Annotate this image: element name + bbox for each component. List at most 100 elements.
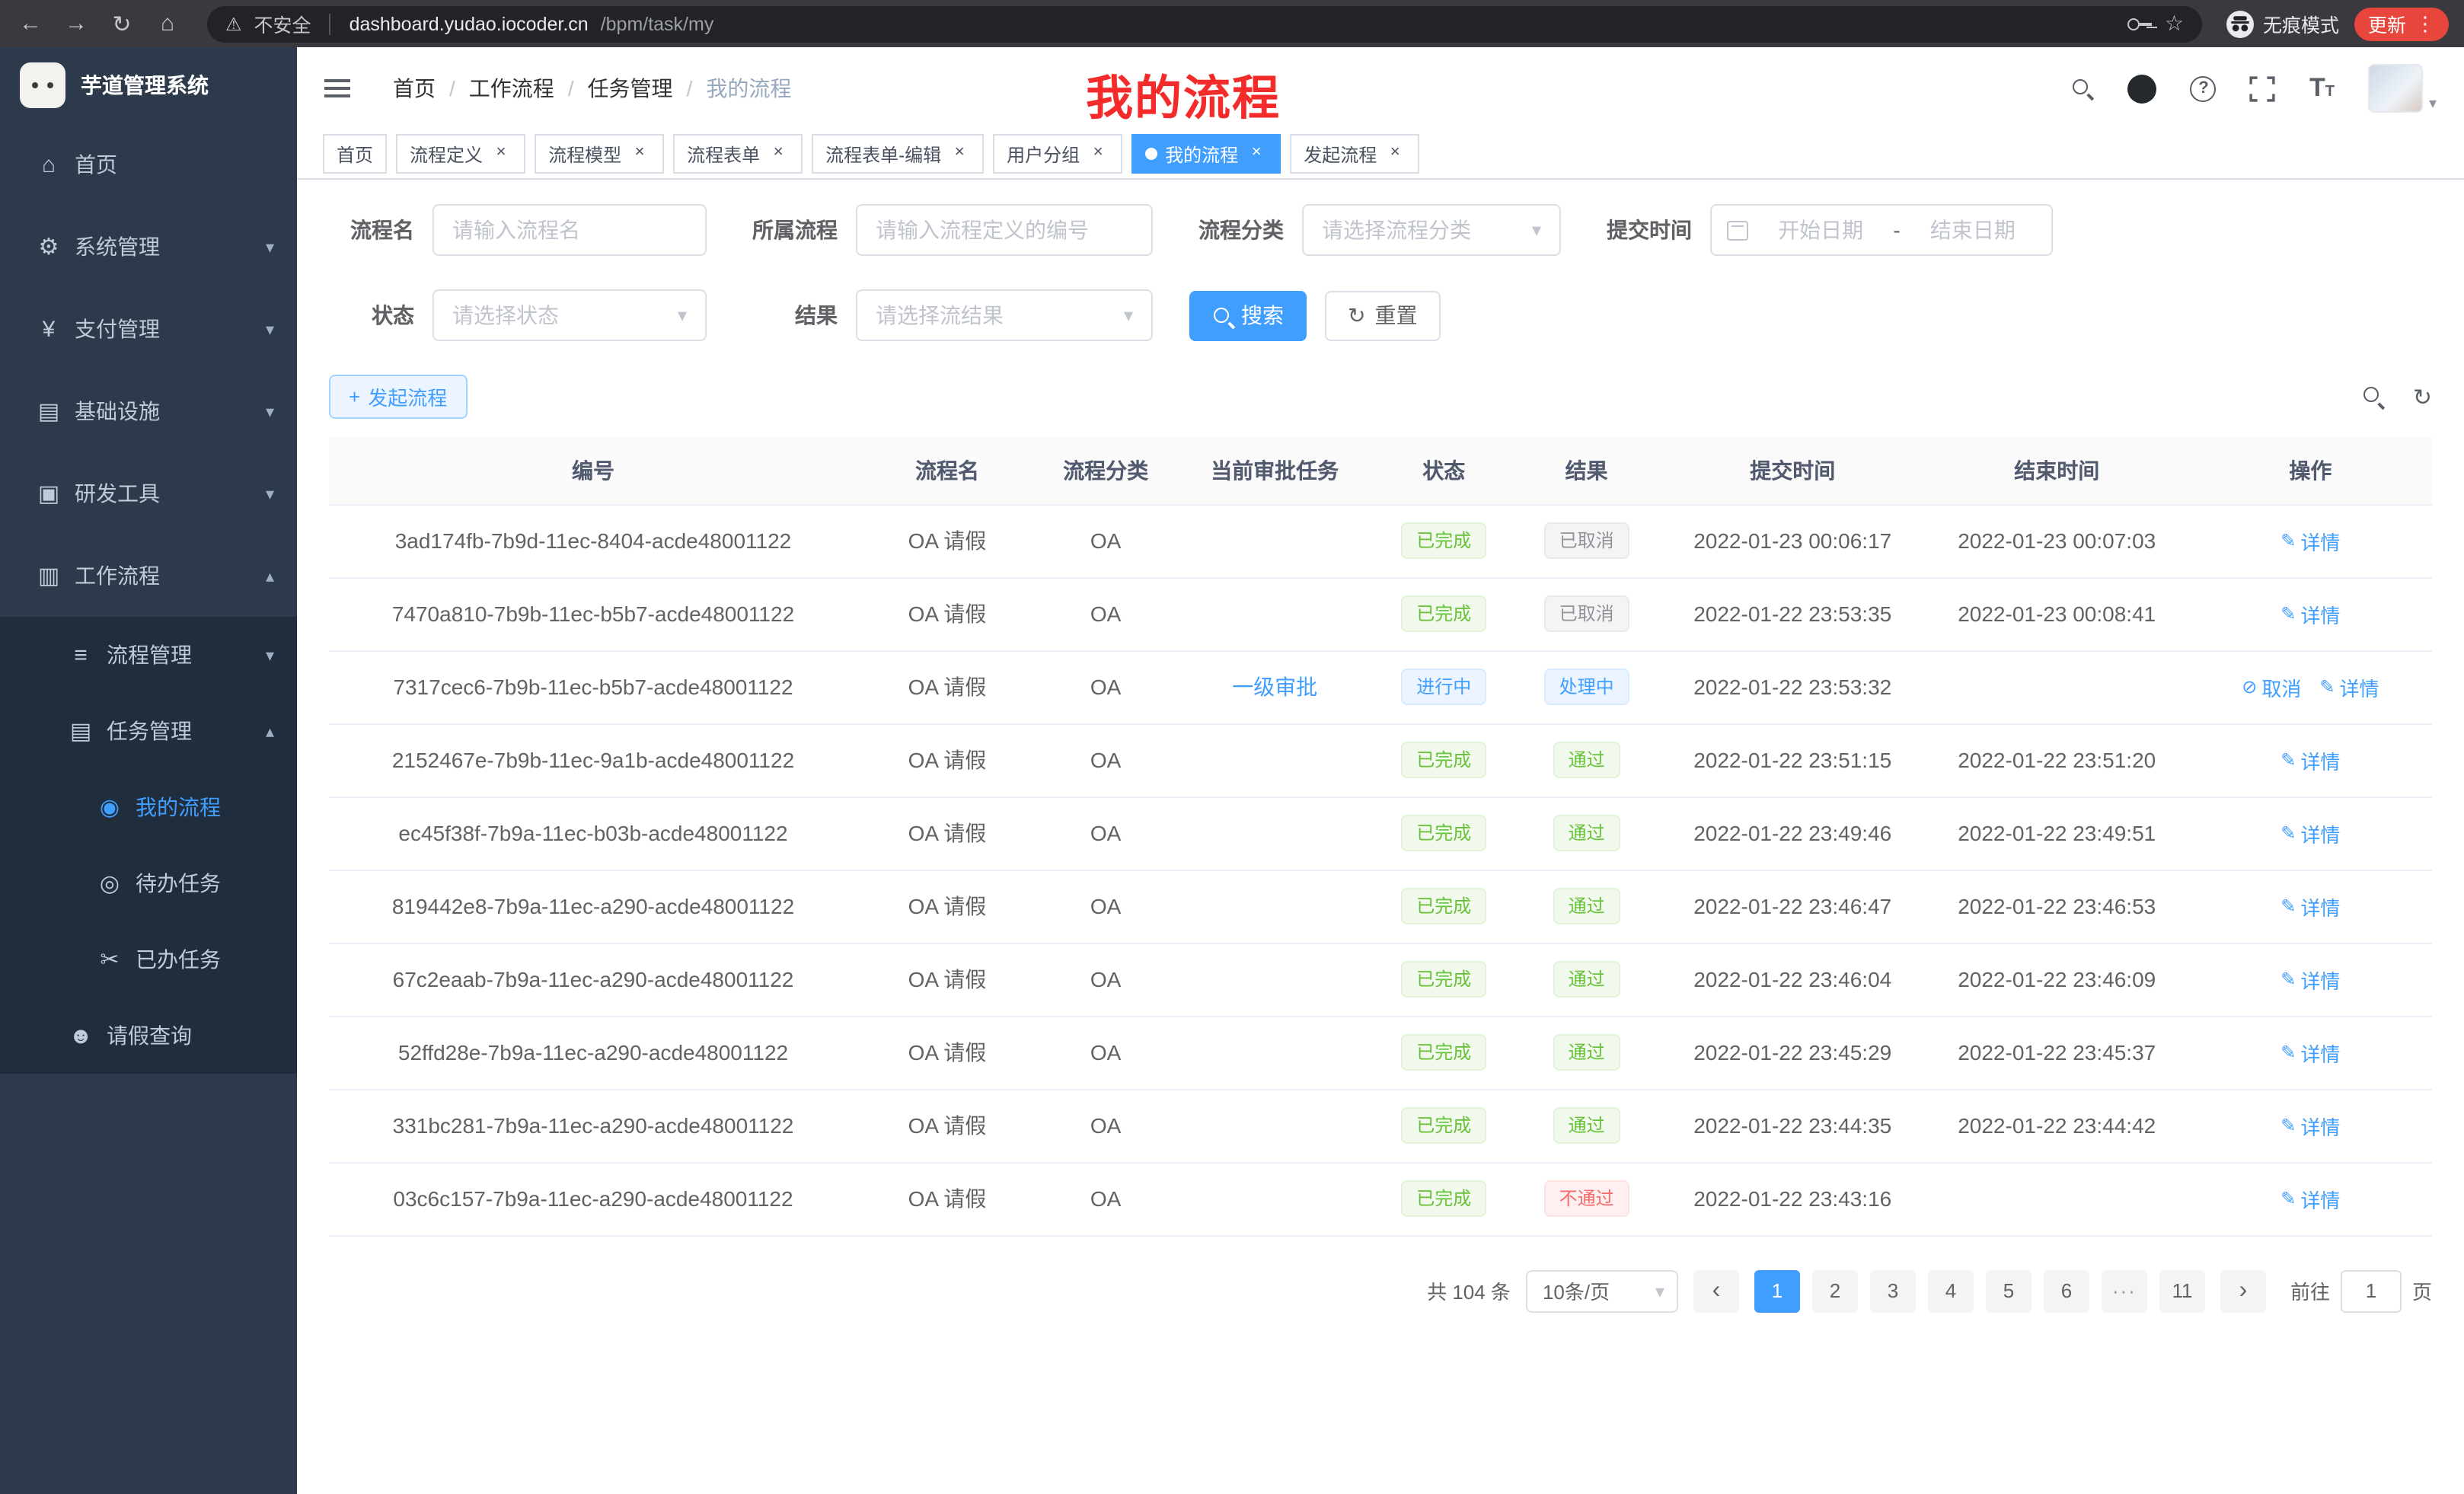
process-name-input[interactable]: [432, 204, 707, 256]
search-toggle-button[interactable]: [2363, 385, 2386, 408]
table-row: 67c2eaab-7b9a-11ec-a290-acde48001122OA 请…: [329, 943, 2432, 1016]
submit-time-label: 提交时间: [1597, 215, 1710, 245]
refresh-button[interactable]: ↻: [2413, 383, 2432, 410]
bookmark-star-icon[interactable]: ☆: [2165, 11, 2184, 37]
font-size-icon[interactable]: [2309, 73, 2335, 104]
detail-button[interactable]: ✎详情: [2319, 672, 2379, 701]
detail-button[interactable]: ✎详情: [2280, 965, 2340, 994]
detail-button[interactable]: ✎详情: [2280, 819, 2340, 848]
close-icon[interactable]: ×: [768, 143, 789, 164]
sidebar-item-done-tasks[interactable]: ✂已办任务: [0, 921, 297, 998]
filter-row-2: 状态 请选择状态 ▾ 结果 请选择流结果 ▾: [329, 289, 2432, 341]
security-label[interactable]: 不安全: [254, 9, 311, 38]
close-icon[interactable]: ×: [949, 143, 970, 164]
fullscreen-icon[interactable]: [2250, 75, 2276, 101]
reload-icon[interactable]: ↻: [107, 10, 137, 37]
sidebar-item-system-mgmt[interactable]: ⚙系统管理▾: [0, 206, 297, 288]
tab-process-form[interactable]: 流程表单×: [673, 134, 803, 174]
tab-my-process[interactable]: 我的流程×: [1131, 134, 1281, 174]
goto-page-input[interactable]: [2341, 1269, 2402, 1312]
kebab-menu-icon[interactable]: ⋮: [2415, 11, 2435, 36]
result-select[interactable]: 请选择流结果 ▾: [856, 289, 1153, 341]
sidebar-item-dev-tools[interactable]: ▣研发工具▾: [0, 452, 297, 535]
page-button-4[interactable]: 4: [1928, 1269, 1974, 1312]
detail-button[interactable]: ✎详情: [2280, 1111, 2340, 1140]
page-button-···[interactable]: ···: [2102, 1269, 2147, 1312]
help-icon[interactable]: ?: [2191, 75, 2217, 101]
hamburger-icon[interactable]: [324, 87, 350, 90]
sidebar-item-payment-mgmt[interactable]: ¥支付管理▾: [0, 288, 297, 370]
browser-home-icon[interactable]: ⌂: [152, 11, 183, 37]
tab-process-definition[interactable]: 流程定义×: [396, 134, 525, 174]
result-tag: 通过: [1553, 1034, 1620, 1071]
date-range-picker[interactable]: 开始日期 - 结束日期: [1710, 204, 2053, 256]
breadcrumb-item[interactable]: 任务管理: [588, 73, 673, 104]
next-page-button[interactable]: ›: [2220, 1269, 2266, 1312]
table-toolbar: + 发起流程 ↻: [329, 375, 2432, 419]
page-button-1[interactable]: 1: [1754, 1269, 1800, 1312]
detail-button[interactable]: ✎详情: [2280, 1184, 2340, 1213]
key-icon[interactable]: [2128, 17, 2153, 30]
app-logo-row[interactable]: 芋道管理系统: [0, 47, 297, 123]
pagination: 共 104 条 10条/页 ▾ ‹ 123456···11 › 前往 页: [329, 1269, 2432, 1312]
process-category-label: 流程分类: [1189, 215, 1302, 245]
detail-button[interactable]: ✎详情: [2280, 526, 2340, 555]
user-menu[interactable]: ▾: [2368, 64, 2437, 113]
sidebar-item-infrastructure[interactable]: ▤基础设施▾: [0, 370, 297, 452]
close-icon[interactable]: ×: [1087, 143, 1109, 164]
sidebar-item-home[interactable]: ⌂首页: [0, 123, 297, 206]
search-icon[interactable]: [2072, 77, 2095, 100]
back-icon[interactable]: ←: [15, 11, 46, 37]
column-header: 当前审批任务: [1174, 437, 1375, 504]
update-button[interactable]: 更新 ⋮: [2354, 7, 2449, 40]
page-button-3[interactable]: 3: [1870, 1269, 1916, 1312]
parent-process-input[interactable]: [856, 204, 1153, 256]
breadcrumb-item[interactable]: 工作流程: [469, 73, 554, 104]
sidebar-item-my-process[interactable]: ◉我的流程: [0, 769, 297, 845]
browser-toolbar: ← → ↻ ⌂ ⚠ 不安全 dashboard.yudao.iocoder.cn…: [0, 0, 2464, 47]
breadcrumb-item[interactable]: 首页: [393, 73, 436, 104]
chevron-down-icon: ▾: [266, 401, 274, 421]
close-icon[interactable]: ×: [629, 143, 650, 164]
tab-user-group[interactable]: 用户分组×: [993, 134, 1122, 174]
status-tag: 已完成: [1401, 742, 1486, 778]
start-process-button[interactable]: + 发起流程: [329, 375, 467, 419]
detail-button[interactable]: ✎详情: [2280, 745, 2340, 774]
tab-start-process[interactable]: 发起流程×: [1290, 134, 1419, 174]
tab-home[interactable]: 首页: [323, 134, 387, 174]
status-select[interactable]: 请选择状态 ▾: [432, 289, 707, 341]
process-category-select[interactable]: 请选择流程分类 ▾: [1302, 204, 1561, 256]
chevron-down-icon: ▾: [266, 484, 274, 503]
detail-button[interactable]: ✎详情: [2280, 599, 2340, 628]
screen: ← → ↻ ⌂ ⚠ 不安全 dashboard.yudao.iocoder.cn…: [0, 0, 2464, 1494]
sidebar-item-task-mgmt[interactable]: ▤任务管理▴: [0, 693, 297, 769]
sidebar-item-todo-tasks[interactable]: ◎待办任务: [0, 845, 297, 921]
address-bar[interactable]: ⚠ 不安全 dashboard.yudao.iocoder.cn/bpm/tas…: [207, 5, 2202, 42]
page-size-select[interactable]: 10条/页 ▾: [1526, 1269, 1678, 1312]
sidebar-item-process-mgmt[interactable]: ≡流程管理▾: [0, 617, 297, 693]
close-icon[interactable]: ×: [1384, 143, 1406, 164]
detail-button[interactable]: ✎详情: [2280, 1038, 2340, 1067]
tab-process-model[interactable]: 流程模型×: [535, 134, 664, 174]
reset-button[interactable]: ↻ 重置: [1325, 290, 1440, 340]
forward-icon[interactable]: →: [61, 11, 91, 37]
status-tag: 已完成: [1401, 815, 1486, 851]
close-icon[interactable]: ×: [1246, 143, 1267, 164]
pager: 123456 ··· 11: [1754, 1269, 2205, 1312]
tab-process-form-edit[interactable]: 流程表单-编辑×: [812, 134, 984, 174]
sidebar-item-workflow[interactable]: ▥工作流程▴: [0, 535, 297, 617]
prev-page-button[interactable]: ‹: [1693, 1269, 1739, 1312]
page-button-11[interactable]: 11: [2159, 1269, 2205, 1312]
cancel-button[interactable]: ⊘取消: [2242, 672, 2301, 701]
result-tag: 通过: [1553, 742, 1620, 778]
current-task-link[interactable]: 一级审批: [1232, 675, 1317, 699]
detail-button[interactable]: ✎详情: [2280, 892, 2340, 921]
close-icon[interactable]: ×: [490, 143, 512, 164]
github-icon[interactable]: [2128, 74, 2157, 103]
edit-icon: ✎: [2280, 895, 2296, 917]
page-button-6[interactable]: 6: [2044, 1269, 2089, 1312]
search-button[interactable]: 搜索: [1189, 290, 1307, 340]
page-button-2[interactable]: 2: [1812, 1269, 1858, 1312]
sidebar-item-leave-query[interactable]: ☻请假查询: [0, 998, 297, 1074]
page-button-5[interactable]: 5: [1986, 1269, 2032, 1312]
